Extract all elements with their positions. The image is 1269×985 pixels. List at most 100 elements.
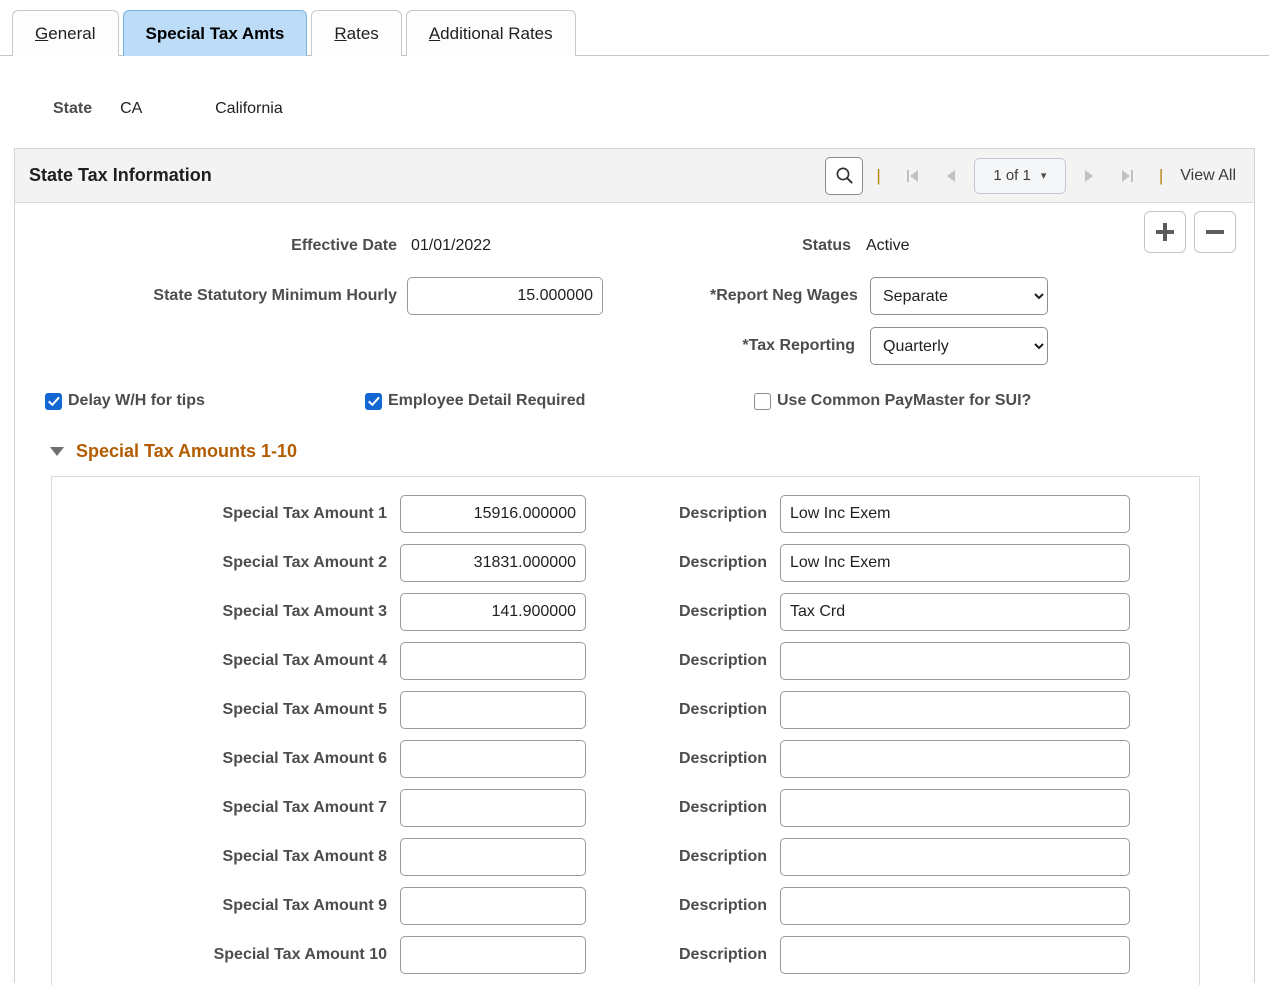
special-tax-amount-3-input[interactable]: [400, 592, 586, 631]
description-9-label: Description: [678, 896, 767, 914]
minimum-hourly-row: State Statutory Minimum Hourly *Report N…: [15, 271, 1254, 321]
description-9-input[interactable]: [780, 886, 1130, 925]
special-tax-amount-row: Special Tax Amount 5 Description: [52, 685, 1199, 734]
special-tax-amount-row: Special Tax Amount 10 Description: [52, 930, 1199, 979]
tax-reporting-select[interactable]: Quarterly: [870, 327, 1048, 365]
delete-row-button[interactable]: [1194, 211, 1236, 253]
delay-wh-for-tips-checkbox[interactable]: Delay W/H for tips: [45, 392, 365, 410]
description-10-input[interactable]: [780, 935, 1130, 974]
tab-rates[interactable]: Rates: [311, 10, 402, 56]
search-button[interactable]: [825, 156, 864, 195]
state-name-value: California: [215, 100, 283, 117]
description-8-label: Description: [678, 847, 767, 865]
use-common-paymaster-for-sui-label: Use Common PayMaster for SUI?: [777, 392, 1032, 409]
chevron-down-icon: ▾: [1040, 170, 1047, 182]
description-5-label: Description: [678, 700, 767, 718]
page-indicator-label: 1 of 1: [993, 167, 1031, 184]
special-tax-amount-2-label: Special Tax Amount 2: [222, 553, 387, 571]
status-value: Active: [866, 237, 910, 254]
description-10-label: Description: [678, 945, 767, 963]
next-page-icon: [1084, 169, 1093, 182]
tab-additional-rates-label: Additional Rates: [428, 23, 553, 43]
previous-page-button[interactable]: [932, 159, 970, 193]
special-tax-amount-row: Special Tax Amount 4 Description: [52, 636, 1199, 685]
view-all-link[interactable]: View All: [1180, 167, 1236, 185]
state-label: State: [53, 100, 93, 117]
special-tax-amount-3-label: Special Tax Amount 3: [222, 602, 387, 620]
special-tax-amount-5-input[interactable]: [400, 690, 586, 729]
description-3-input[interactable]: [780, 592, 1130, 631]
tab-general[interactable]: General: [12, 10, 119, 56]
minus-icon: [1206, 230, 1224, 234]
description-2-label: Description: [678, 553, 767, 571]
description-5-input[interactable]: [780, 690, 1130, 729]
state-row: State CA California: [0, 84, 1269, 134]
description-1-label: Description: [678, 504, 767, 522]
special-tax-amount-7-label: Special Tax Amount 7: [222, 798, 387, 816]
description-7-input[interactable]: [780, 788, 1130, 827]
tab-special-tax-amts[interactable]: Special Tax Amts: [122, 10, 308, 56]
first-page-button[interactable]: [894, 159, 932, 193]
tab-general-label: General: [35, 23, 96, 43]
special-tax-amount-2-input[interactable]: [400, 543, 586, 582]
description-6-input[interactable]: [780, 739, 1130, 778]
description-7-label: Description: [678, 798, 767, 816]
effective-date-label: Effective Date: [291, 237, 397, 254]
special-tax-amount-row: Special Tax Amount 2 Description: [52, 538, 1199, 587]
report-neg-wages-label: *Report Neg Wages: [710, 287, 858, 304]
description-1-input[interactable]: [780, 494, 1130, 533]
special-tax-amount-6-input[interactable]: [400, 739, 586, 778]
tab-bar: General Special Tax Amts Rates Additiona…: [0, 0, 1269, 56]
special-tax-amount-4-input[interactable]: [400, 641, 586, 680]
description-4-label: Description: [678, 651, 767, 669]
special-tax-amounts-group: Special Tax Amount 1 Description Special…: [51, 476, 1200, 985]
special-tax-amount-10-label: Special Tax Amount 10: [213, 945, 387, 963]
special-tax-amount-4-label: Special Tax Amount 4: [222, 651, 387, 669]
tab-additional-rates[interactable]: Additional Rates: [405, 10, 576, 56]
checkbox-checked-icon: [365, 392, 382, 410]
special-tax-amount-9-input[interactable]: [400, 886, 586, 925]
pager-separator-left: |: [876, 165, 881, 185]
description-6-label: Description: [678, 749, 767, 767]
report-neg-wages-select[interactable]: Separate: [870, 277, 1048, 315]
description-3-label: Description: [678, 602, 767, 620]
search-icon: [836, 167, 853, 184]
state-statutory-minimum-hourly-input[interactable]: [407, 277, 603, 315]
pager-separator-right: |: [1158, 165, 1164, 185]
state-statutory-minimum-hourly-label: State Statutory Minimum Hourly: [153, 287, 397, 304]
use-common-paymaster-for-sui-checkbox[interactable]: Use Common PayMaster for SUI?: [754, 392, 1031, 410]
state-tax-information-panel: State Tax Information | 1 of 1 ▾ | View …: [14, 148, 1255, 985]
row-action-buttons: [1144, 211, 1236, 253]
special-tax-amount-6-label: Special Tax Amount 6: [222, 749, 387, 767]
tax-reporting-row: *Tax Reporting Quarterly: [15, 321, 1254, 371]
add-row-button[interactable]: [1144, 211, 1186, 253]
special-tax-amount-5-label: Special Tax Amount 5: [222, 700, 387, 718]
special-tax-amount-10-input[interactable]: [400, 935, 586, 974]
previous-page-icon: [946, 169, 955, 182]
special-tax-amount-1-input[interactable]: [400, 494, 586, 533]
special-tax-amount-row: Special Tax Amount 9 Description: [52, 881, 1199, 930]
special-tax-amounts-section-header[interactable]: Special Tax Amounts 1-10: [15, 433, 1254, 469]
special-tax-amount-row: Special Tax Amount 7 Description: [52, 783, 1199, 832]
panel-header: State Tax Information | 1 of 1 ▾ | View …: [15, 149, 1254, 203]
special-tax-amount-9-label: Special Tax Amount 9: [222, 896, 387, 914]
special-tax-amount-row: Special Tax Amount 1 Description: [52, 489, 1199, 538]
special-tax-amount-8-input[interactable]: [400, 837, 586, 876]
description-8-input[interactable]: [780, 837, 1130, 876]
tab-rates-label: Rates: [334, 23, 379, 43]
special-tax-amount-7-input[interactable]: [400, 788, 586, 827]
page-indicator-select[interactable]: 1 of 1 ▾: [973, 157, 1066, 194]
state-code-value: CA: [120, 100, 143, 117]
status-label: Status: [802, 237, 851, 254]
panel-title: State Tax Information: [29, 165, 212, 185]
effective-date-value: 01/01/2022: [411, 237, 492, 254]
effective-date-row: Effective Date 01/01/2022 Status Active: [15, 221, 1254, 271]
next-page-button[interactable]: [1070, 159, 1108, 193]
employee-detail-required-checkbox[interactable]: Employee Detail Required: [365, 392, 754, 410]
checkbox-unchecked-icon: [754, 392, 771, 410]
special-tax-amounts-section-title: Special Tax Amounts 1-10: [76, 440, 298, 461]
description-4-input[interactable]: [780, 641, 1130, 680]
description-2-input[interactable]: [780, 543, 1130, 582]
last-page-button[interactable]: [1108, 159, 1146, 193]
triangle-down-icon: [50, 446, 64, 456]
